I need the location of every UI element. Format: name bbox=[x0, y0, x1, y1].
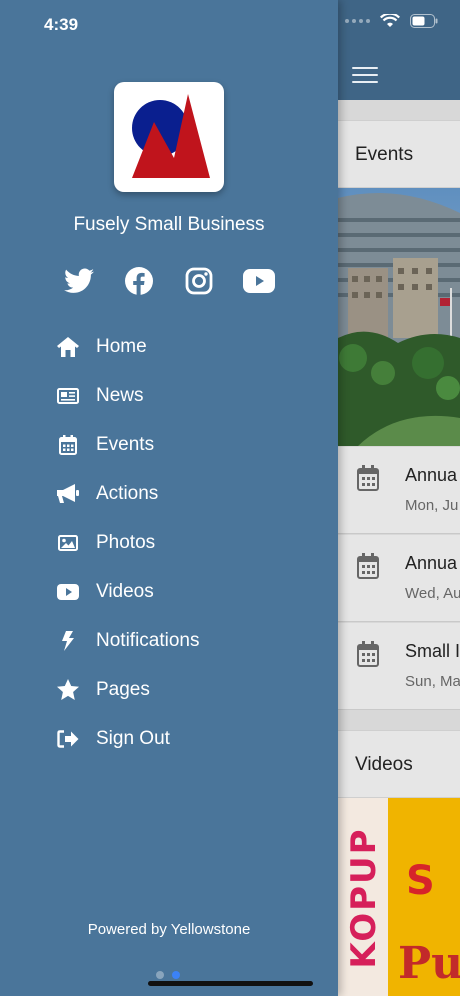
home-indicator bbox=[148, 981, 313, 986]
menu-label: Home bbox=[96, 335, 147, 357]
menu-label: Videos bbox=[96, 580, 154, 602]
newspaper-icon bbox=[56, 384, 80, 408]
menu-label: Pages bbox=[96, 678, 150, 700]
videos-section-header[interactable]: Videos bbox=[338, 730, 460, 798]
event-date: Mon, Ju bbox=[405, 497, 459, 514]
page-indicator bbox=[156, 971, 180, 979]
event-row[interactable]: Annua Mon, Ju bbox=[338, 447, 460, 534]
menu-item-pages[interactable]: Pages bbox=[56, 665, 200, 714]
instagram-icon[interactable] bbox=[182, 264, 216, 298]
events-section-title: Events bbox=[355, 144, 414, 165]
menu-label: Photos bbox=[96, 531, 156, 553]
page-dot bbox=[156, 971, 164, 979]
navigation-drawer: 4:39 Fusely Small Business Home News Eve… bbox=[0, 0, 338, 996]
events-hero-image[interactable] bbox=[338, 188, 460, 446]
menu-item-photos[interactable]: Photos bbox=[56, 518, 200, 567]
megaphone-icon bbox=[56, 482, 80, 506]
drawer-menu: Home News Events Actions Photos Videos N… bbox=[56, 322, 200, 763]
video-thumbnail[interactable]: KOPUP S Pu bbox=[338, 798, 460, 996]
signal-icon bbox=[345, 19, 370, 23]
battery-icon bbox=[410, 14, 438, 28]
menu-item-sign-out[interactable]: Sign Out bbox=[56, 714, 200, 763]
hamburger-menu-icon[interactable] bbox=[352, 67, 378, 83]
menu-label: Events bbox=[96, 433, 155, 455]
home-icon bbox=[56, 335, 80, 359]
event-date: Sun, Ma bbox=[405, 673, 460, 690]
youtube-icon[interactable] bbox=[242, 264, 276, 298]
star-icon bbox=[56, 678, 80, 702]
wifi-icon bbox=[380, 14, 400, 27]
events-section-header[interactable]: Events bbox=[338, 120, 460, 188]
menu-label: Actions bbox=[96, 482, 159, 504]
videos-section-title: Videos bbox=[355, 754, 413, 775]
event-row[interactable]: Annua Wed, Au bbox=[338, 535, 460, 622]
app-name: Fusely Small Business bbox=[73, 214, 265, 235]
video-thumb-text: KOPUP bbox=[344, 827, 384, 969]
calendar-icon bbox=[357, 641, 379, 667]
calendar-icon bbox=[357, 553, 379, 579]
status-icons bbox=[345, 14, 438, 28]
event-row[interactable]: Small I Sun, Ma bbox=[338, 623, 460, 710]
event-title: Small I bbox=[405, 641, 460, 661]
event-title: Annua bbox=[405, 465, 458, 485]
page-dot-active bbox=[172, 971, 180, 979]
event-title: Annua bbox=[405, 553, 458, 573]
status-time: 4:39 bbox=[44, 15, 79, 34]
calendar-icon bbox=[56, 433, 80, 457]
event-date: Wed, Au bbox=[405, 585, 460, 602]
menu-item-videos[interactable]: Videos bbox=[56, 567, 200, 616]
menu-label: Notifications bbox=[96, 629, 200, 651]
menu-item-home[interactable]: Home bbox=[56, 322, 200, 371]
menu-label: Sign Out bbox=[96, 727, 170, 749]
image-icon bbox=[56, 531, 80, 555]
powered-by-footer: Powered by Yellowstone bbox=[87, 921, 251, 938]
menu-item-notifications[interactable]: Notifications bbox=[56, 616, 200, 665]
menu-item-actions[interactable]: Actions bbox=[56, 469, 200, 518]
facebook-icon[interactable] bbox=[122, 264, 156, 298]
calendar-icon bbox=[357, 465, 379, 491]
app-logo bbox=[114, 82, 224, 192]
menu-item-events[interactable]: Events bbox=[56, 420, 200, 469]
bolt-icon bbox=[56, 629, 80, 653]
video-icon bbox=[56, 580, 80, 604]
social-links bbox=[62, 264, 276, 298]
sign-out-icon bbox=[56, 727, 80, 751]
menu-label: News bbox=[96, 384, 144, 406]
menu-item-news[interactable]: News bbox=[56, 371, 200, 420]
twitter-icon[interactable] bbox=[62, 264, 96, 298]
